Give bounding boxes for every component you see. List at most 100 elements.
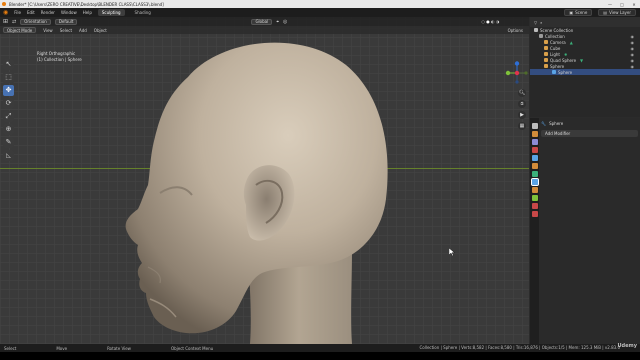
status-hint-rotate-view: Rotate View [107, 345, 131, 351]
visibility-eye-icon[interactable]: ◉ [631, 34, 635, 39]
outliner-filter-icon[interactable]: ▽ [534, 20, 537, 25]
zoom-icon[interactable]: 🔍︎ [518, 89, 526, 97]
ortho-grid-icon[interactable]: ▦ [518, 122, 526, 130]
collection-icon [539, 34, 543, 38]
visibility-eye-icon[interactable]: ◉ [631, 52, 635, 57]
tab-sculpting[interactable]: Sculpting [97, 9, 125, 16]
visibility-eye-icon[interactable]: ◉ [631, 46, 635, 51]
select-menu[interactable]: Select [60, 28, 72, 33]
scale-tool-icon[interactable]: ⤢ [3, 111, 14, 122]
mesh-data-icon: ▼ [580, 57, 584, 63]
rendered-shading-icon[interactable]: ◑ [496, 19, 500, 24]
outliner-item-label: Quad Sphere [550, 57, 577, 63]
navigation-gizmo[interactable] [505, 61, 529, 85]
annotate-tool-icon[interactable]: ✎ [3, 137, 14, 148]
add-menu[interactable]: Add [79, 28, 87, 33]
menu-help[interactable]: Help [83, 10, 92, 15]
object-tab-icon[interactable] [531, 171, 538, 177]
light-data-icon: ✹ [563, 51, 568, 57]
world-tab-icon[interactable] [531, 163, 538, 169]
mouse-cursor-icon [449, 248, 455, 256]
tool-shelf: ↖ ⬚ ✥ ⟳ ⤢ ⊕ ✎ ◺ [3, 59, 14, 161]
scene-tab-icon[interactable] [531, 155, 538, 161]
viewport-shading-icons[interactable]: ○ ● ◐ ◑ [481, 19, 499, 24]
global-transform-dropdown[interactable]: Global [251, 18, 273, 25]
physics-tab-icon[interactable] [531, 195, 538, 201]
outliner-item-label: Cube [550, 45, 561, 51]
close-button[interactable]: ✕ [628, 0, 640, 8]
output-tab-icon[interactable] [531, 139, 538, 145]
add-modifier-dropdown[interactable]: Add Modifier [541, 130, 638, 137]
visibility-eye-icon[interactable]: ◉ [631, 64, 635, 69]
menu-file[interactable]: File [14, 10, 21, 15]
blender-menu-icon[interactable]: ◉ [3, 9, 8, 16]
outliner-search-icon[interactable]: ⌕ [540, 20, 542, 25]
menu-edit[interactable]: Edit [27, 10, 35, 15]
outliner-item-label: Sphere [550, 63, 565, 69]
move-tool-icon[interactable]: ✥ [3, 85, 14, 96]
material-tab-icon[interactable] [531, 211, 538, 217]
particles-tab-icon[interactable] [531, 187, 538, 193]
transform-tool-icon[interactable]: ⊕ [3, 124, 14, 135]
outliner-item-label: Camera [550, 39, 566, 45]
rotate-tool-icon[interactable]: ⟳ [3, 98, 14, 109]
render-tab-icon[interactable] [531, 131, 538, 137]
tool-tab-icon[interactable] [531, 123, 538, 129]
editor-type-icon[interactable]: ⊞ [3, 18, 8, 25]
camera-view-icon[interactable]: ▶ [518, 111, 526, 119]
top-menubar: ◉ File Edit Render Window Help Sculpting… [0, 8, 640, 17]
material-shading-icon[interactable]: ◐ [491, 19, 495, 24]
view-layer-tab-icon[interactable] [531, 147, 538, 153]
outliner-item-label: Light [550, 51, 560, 57]
camera-icon [544, 40, 548, 44]
gizmo-y-axis [505, 70, 511, 76]
menu-window[interactable]: Window [61, 10, 77, 15]
view-menu[interactable]: View [43, 28, 53, 33]
mesh-icon [544, 46, 548, 50]
gizmo-z-axis [514, 61, 520, 66]
scene-label: Scene [575, 10, 588, 15]
visibility-eye-icon[interactable]: ◉ [631, 40, 635, 45]
measure-tool-icon[interactable]: ◺ [3, 150, 14, 161]
menu-render[interactable]: Render [41, 10, 55, 15]
minimize-button[interactable]: — [604, 0, 616, 8]
visibility-eye-icon[interactable]: ◉ [631, 58, 635, 63]
3d-viewport[interactable]: ⊞ ⇄ Orientation Default Global ⌖ ◎ ○ ● ◐… [0, 17, 529, 344]
orientation-dropdown[interactable]: Orientation [20, 18, 51, 25]
cursor-tool-icon[interactable]: ↖ [3, 59, 14, 70]
window-titlebar: Blender* [C:\Users\ZERO CREATIVE\Desktop… [0, 0, 640, 8]
scene-selector[interactable]: ▣ Scene [564, 9, 593, 16]
wireframe-shading-icon[interactable]: ○ [481, 19, 485, 24]
mode-dropdown[interactable]: Object Mode [3, 27, 37, 33]
blender-window: ◉ File Edit Render Window Help Sculpting… [0, 8, 640, 352]
snap-icon[interactable]: ⌖ [276, 19, 279, 25]
active-collection: (1) Collection | Sphere [37, 57, 82, 62]
maximize-button[interactable]: □ [616, 0, 628, 8]
proportional-edit-icon[interactable]: ◎ [283, 19, 287, 25]
sculpted-head-model [125, 42, 388, 344]
view-layer-selector[interactable]: ▤ View Layer [598, 9, 636, 16]
pan-hand-icon[interactable]: ✋︎ [518, 100, 526, 108]
properties-object-name: Sphere [549, 121, 564, 126]
wrench-icon: 🔧︎ [541, 121, 547, 126]
options-dropdown[interactable]: Options [508, 28, 523, 33]
window-controls: — □ ✕ [604, 0, 640, 8]
solid-shading-icon[interactable]: ● [486, 19, 490, 24]
viewport-header: ⊞ ⇄ Orientation Default Global ⌖ ◎ ○ ● ◐… [0, 17, 529, 26]
pivot-dropdown[interactable]: Default [54, 18, 78, 25]
tab-shading[interactable]: Shading [131, 9, 155, 16]
outliner-item-label: Sphere [558, 69, 573, 75]
scene-statistics: Collection | Sphere | Verts:8,582 | Face… [419, 345, 620, 350]
constraints-tab-icon[interactable] [531, 203, 538, 209]
status-bar: Select Move Rotate View Object Context M… [0, 344, 640, 352]
add-modifier-label: Add Modifier [545, 131, 571, 136]
viewport-info-overlay: Right Orthographic (1) Collection | Sphe… [37, 51, 82, 63]
blender-logo-icon [2, 2, 6, 6]
outliner-item-sphere-mesh[interactable]: Sphere [530, 69, 640, 75]
modifier-tab-icon[interactable] [530, 178, 539, 186]
object-menu[interactable]: Object [94, 28, 107, 33]
viewport-nav-buttons: 🔍︎ ✋︎ ▶ ▦ [518, 89, 526, 130]
select-box-tool-icon[interactable]: ⬚ [3, 72, 14, 83]
mesh-data-icon [552, 70, 556, 74]
status-hint-move: Move [56, 345, 68, 351]
